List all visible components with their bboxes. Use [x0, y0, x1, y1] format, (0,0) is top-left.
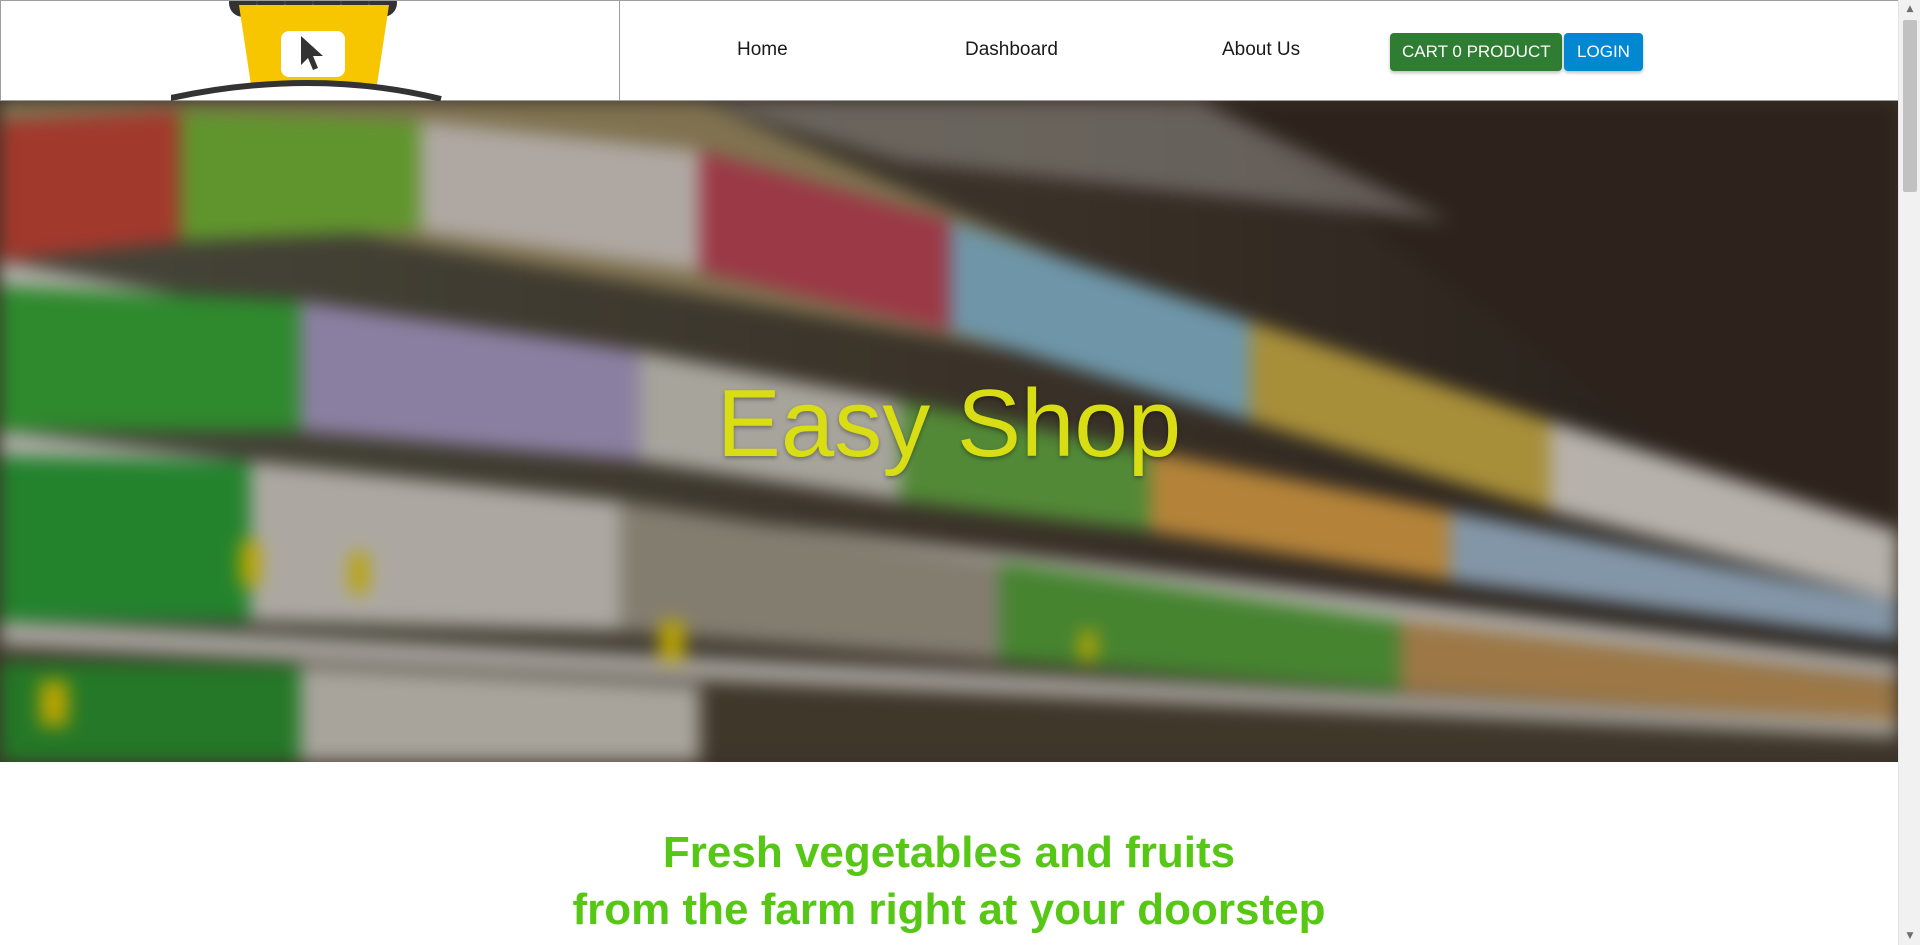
tagline-line-2: from the farm right at your doorstep: [572, 885, 1326, 934]
vertical-scrollbar[interactable]: ▲ ▼: [1898, 0, 1920, 945]
login-button[interactable]: LOGIN: [1564, 33, 1643, 71]
hero-banner: Easy Shop: [0, 101, 1898, 762]
nav-about-us-link[interactable]: About Us: [1222, 39, 1300, 61]
page: Home Dashboard About Us CART 0 PRODUCT L…: [0, 0, 1898, 945]
scroll-down-arrow-icon[interactable]: ▼: [1899, 927, 1920, 945]
cart-button[interactable]: CART 0 PRODUCT: [1390, 33, 1562, 71]
logo-container[interactable]: [0, 1, 620, 101]
top-navbar: Home Dashboard About Us CART 0 PRODUCT L…: [0, 0, 1898, 101]
scroll-thumb[interactable]: [1903, 20, 1917, 192]
nav-dashboard-link[interactable]: Dashboard: [965, 39, 1058, 61]
tagline-line-1: Fresh vegetables and fruits: [662, 828, 1236, 877]
hero-title: Easy Shop: [716, 370, 1182, 477]
nav-home-link[interactable]: Home: [737, 39, 788, 61]
cart-cursor-logo-icon: [171, 1, 442, 101]
tagline: Fresh vegetables and fruits from the far…: [0, 824, 1898, 938]
scroll-up-arrow-icon[interactable]: ▲: [1899, 0, 1920, 18]
